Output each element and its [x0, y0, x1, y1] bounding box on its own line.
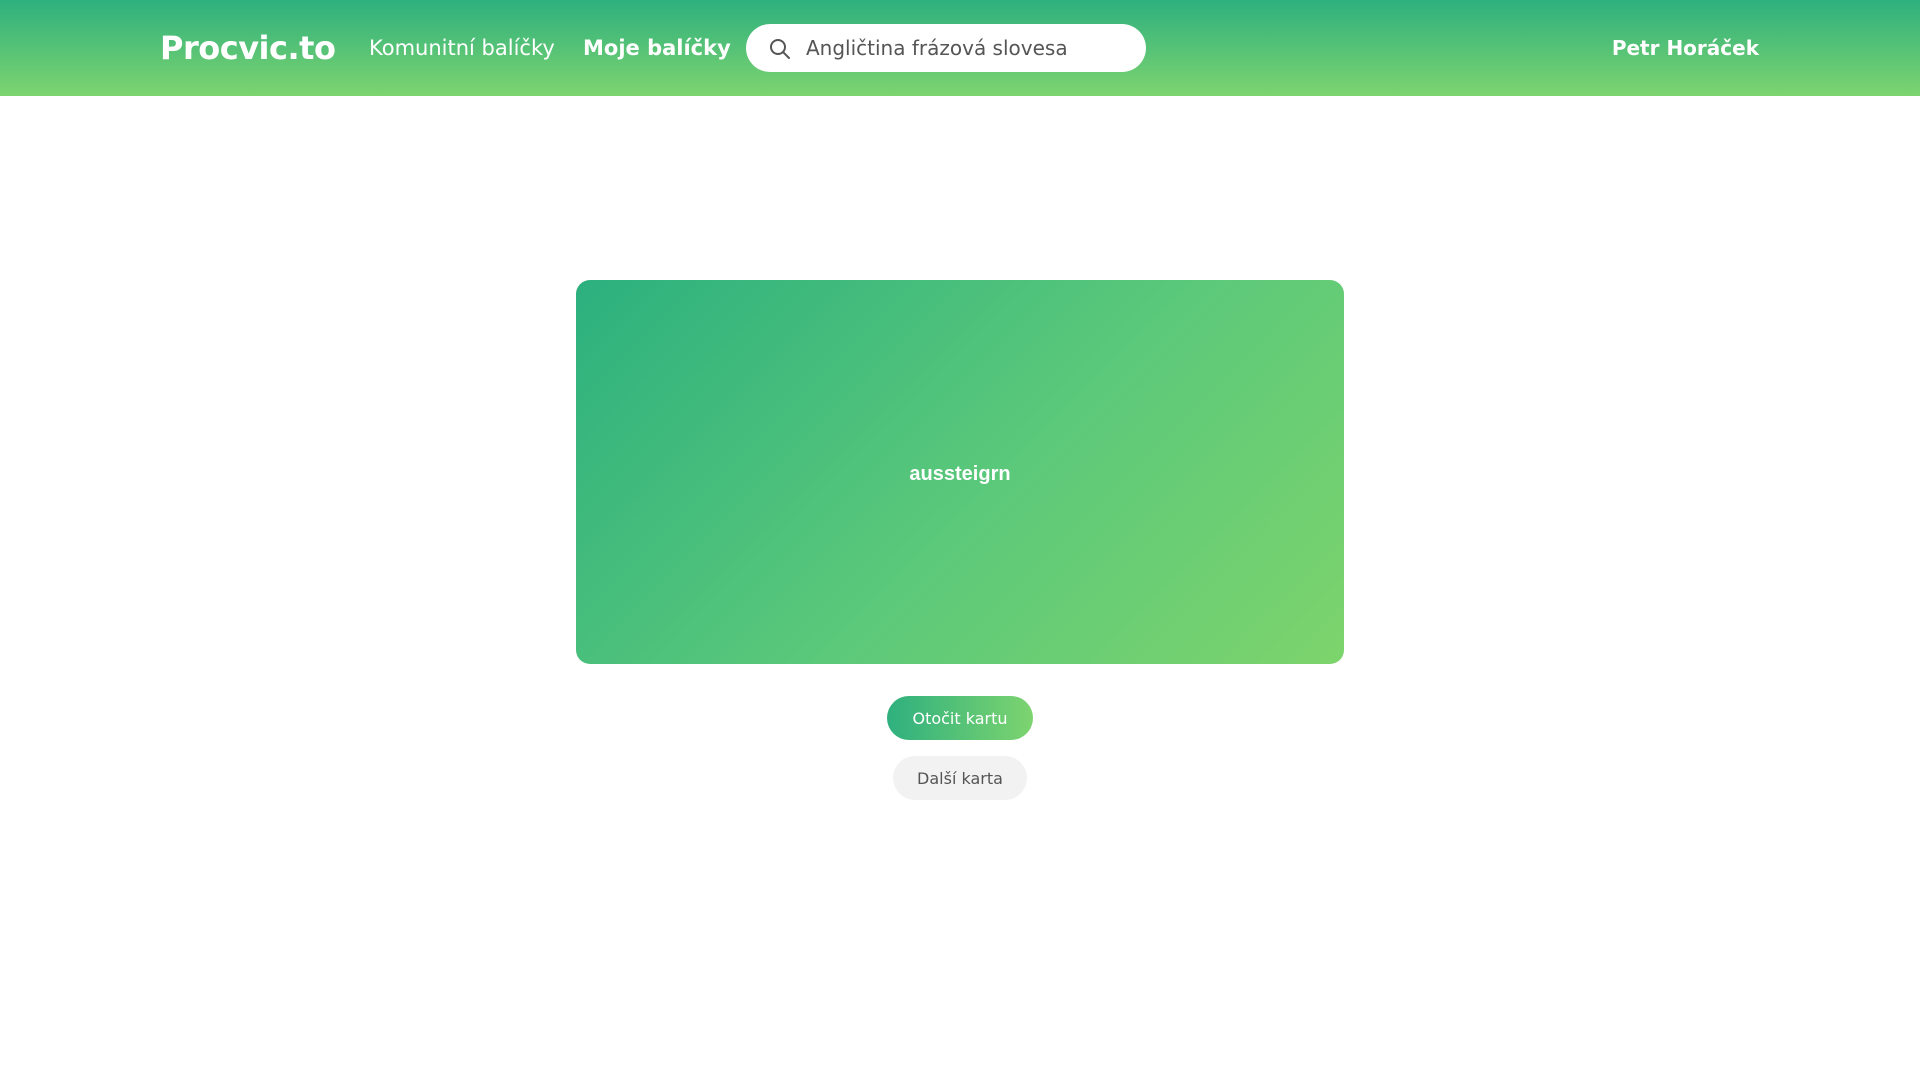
next-card-button[interactable]: Další karta	[893, 756, 1027, 800]
top-bar: Procvic.to Komunitní balíčky Moje balíčk…	[0, 0, 1920, 96]
search-input[interactable]	[806, 24, 1126, 72]
search-icon	[770, 39, 790, 59]
nav-community-decks[interactable]: Komunitní balíčky	[369, 33, 555, 63]
nav-my-decks[interactable]: Moje balíčky	[583, 33, 731, 63]
search-bar[interactable]	[746, 24, 1146, 72]
flashcard[interactable]: aussteigrn	[576, 280, 1344, 664]
card-term: aussteigrn	[909, 462, 1011, 485]
flip-card-button[interactable]: Otočit kartu	[887, 696, 1033, 740]
logo[interactable]: Procvic.to	[160, 27, 336, 69]
user-menu[interactable]: Petr Horáček	[1612, 33, 1759, 63]
